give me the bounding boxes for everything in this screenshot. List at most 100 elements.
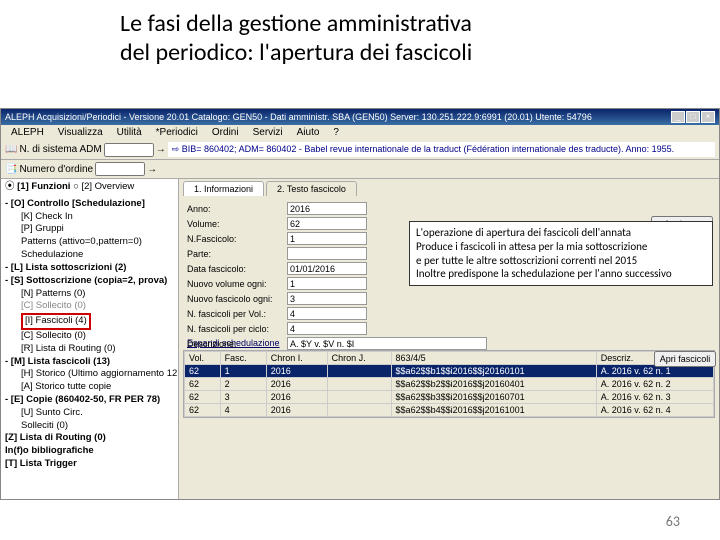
nav-solc[interactable]: [C] Sollecito (0) <box>5 300 174 313</box>
anno-label: Anno: <box>187 204 287 214</box>
nav-solleciti[interactable]: Solleciti (0) <box>5 420 174 433</box>
nav-sched[interactable]: Schedulazione <box>5 249 174 262</box>
cell: 2016 <box>266 404 327 417</box>
cell: 2016 <box>266 365 327 378</box>
parte-input[interactable] <box>287 247 367 260</box>
cell: 4 <box>220 404 266 417</box>
app-window: ALEPH Acquisizioni/Periodici - Versione … <box>0 108 720 500</box>
nav-routing[interactable]: [R] Lista di Routing (0) <box>5 343 174 356</box>
table-row[interactable]: 6222016$$a62$$b2$$i2016$$j20160401A. 201… <box>185 378 714 391</box>
order-label: Numero d'ordine <box>19 164 93 175</box>
nav-fascicoli[interactable]: [I] Fascicoli (4) <box>21 313 91 330</box>
cell: A. 2016 v. 62 n. 3 <box>596 391 713 404</box>
bib-info: ⇨ BIB= 860402; ADM= 860402 - Babel revue… <box>168 142 715 157</box>
nav-funzioni[interactable]: [1] Funzioni <box>17 181 70 192</box>
order-icon[interactable]: 📑 <box>5 164 17 175</box>
nuovo-input[interactable] <box>287 277 367 290</box>
desc-label: Descrizione: <box>187 339 287 349</box>
col-fasc: Fasc. <box>220 352 266 365</box>
cell: 2016 <box>266 378 327 391</box>
cell: $$a62$$b2$$i2016$$j20160401 <box>391 378 596 391</box>
col-chron1: Chron I. <box>266 352 327 365</box>
cell: 1 <box>220 365 266 378</box>
cell: A. 2016 v. 62 n. 2 <box>596 378 713 391</box>
go-icon-2[interactable]: → <box>147 164 157 175</box>
overlay-l2: Produce i fascicoli in attesa per la mia… <box>416 240 706 254</box>
cell <box>327 365 391 378</box>
cell: A. 2016 v. 62 n. 4 <box>596 404 713 417</box>
menu-aleph[interactable]: ALEPH <box>5 126 50 139</box>
nav-info[interactable]: In(f)o bibliografiche <box>5 445 174 458</box>
schedule-grid: Apri fascicoli Vol. Fasc. Chron I. Chron… <box>183 350 715 418</box>
book-icon[interactable]: 📖 <box>5 144 17 155</box>
nfasc-input[interactable] <box>287 232 367 245</box>
adm-input[interactable] <box>104 143 154 157</box>
overlay-l3: e per tutte le altre sottoscrizioni corr… <box>416 254 706 268</box>
nav-sunto[interactable]: [U] Sunto Circ. <box>5 407 174 420</box>
nav-sotto-sel[interactable]: - [S] Sottoscrizione (copia=2, prova) <box>5 275 174 288</box>
nav-checkin[interactable]: [K] Check In <box>5 211 174 224</box>
cell: 3 <box>220 391 266 404</box>
table-row[interactable]: 6242016$$a62$$b4$$i2016$$j20161001A. 201… <box>185 404 714 417</box>
cell: 62 <box>185 391 221 404</box>
bib-text: BIB= 860402; ADM= 860402 - Babel revue i… <box>182 144 674 154</box>
nav-pat0[interactable]: [N] Patterns (0) <box>5 288 174 301</box>
nav-sotto[interactable]: - [L] Lista sottoscrizioni (2) <box>5 262 174 275</box>
nav-tutte[interactable]: [A] Storico tutte copie <box>5 381 174 394</box>
menu-periodici[interactable]: *Periodici <box>150 126 204 139</box>
tab-informazioni[interactable]: 1. Informazioni <box>183 181 264 196</box>
data-label: Data fascicolo: <box>187 264 287 274</box>
cell: $$a62$$b1$$i2016$$j20160101 <box>391 365 596 378</box>
page-number: 63 <box>666 513 680 530</box>
nav-routing0[interactable]: [Z] Lista di Routing (0) <box>5 432 174 445</box>
table-row[interactable]: 6232016$$a62$$b3$$i2016$$j20160701A. 201… <box>185 391 714 404</box>
go-icon[interactable]: → <box>156 144 166 155</box>
overlay-l4: Inoltre predispone la schedulazione per … <box>416 267 706 281</box>
maximize-icon[interactable]: □ <box>686 111 700 123</box>
nav-storico[interactable]: [H] Storico (Ultimo aggiornamento 12… <box>5 368 174 381</box>
nfv-label: N. fascicoli per Vol.: <box>187 309 287 319</box>
nfc-input[interactable] <box>287 322 367 335</box>
menu-ordini[interactable]: Ordini <box>206 126 245 139</box>
menu-aiuto[interactable]: Aiuto <box>291 126 326 139</box>
nav-controllo[interactable]: - [O] Controllo [Schedulazione] <box>5 198 174 211</box>
nav-mlista[interactable]: - [M] Lista fascicoli (13) <box>5 356 174 369</box>
menu-servizi[interactable]: Servizi <box>247 126 289 139</box>
cell: 62 <box>185 404 221 417</box>
menu-help[interactable]: ? <box>327 126 345 139</box>
order-input[interactable] <box>95 162 145 176</box>
col-863: 863/4/5 <box>391 352 596 365</box>
table-row[interactable]: 6212016$$a62$$b1$$i2016$$j20160101A. 201… <box>185 365 714 378</box>
cell <box>327 391 391 404</box>
anno-input[interactable] <box>287 202 367 215</box>
menu-visualizza[interactable]: Visualizza <box>52 126 109 139</box>
slide-title-l2: del periodico: l'apertura dei fascicoli <box>120 39 720 68</box>
tab-testo[interactable]: 2. Testo fascicolo <box>266 181 357 196</box>
arrow-icon: ⇨ <box>172 144 180 154</box>
cell <box>327 378 391 391</box>
nav-solc0[interactable]: [C] Sollecito (0) <box>5 330 174 343</box>
form-area: Aggiorna Elimina sched. Anno: Volume: N.… <box>179 196 719 336</box>
parte-label: Parte: <box>187 249 287 259</box>
apri-fascicoli-button[interactable]: Apri fascicoli <box>654 351 716 367</box>
data-input[interactable] <box>287 262 367 275</box>
cell: $$a62$$b3$$i2016$$j20160701 <box>391 391 596 404</box>
nuovof-input[interactable] <box>287 292 367 305</box>
desc-input[interactable] <box>287 337 487 350</box>
volume-input[interactable] <box>287 217 367 230</box>
nav-gruppi[interactable]: [P] Gruppi <box>5 223 174 236</box>
nav-trigger[interactable]: [T] Lista Trigger <box>5 458 174 471</box>
menu-utilita[interactable]: Utilità <box>111 126 148 139</box>
minimize-icon[interactable]: _ <box>671 111 685 123</box>
close-icon[interactable]: × <box>701 111 715 123</box>
nav-overview[interactable]: [2] Overview <box>81 181 134 192</box>
nav-patterns[interactable]: Patterns (attivo=0,pattern=0) <box>5 236 174 249</box>
nav-copie[interactable]: - [E] Copie (860402-50, FR PER 78) <box>5 394 174 407</box>
nuovof-label: Nuovo fascicolo ogni: <box>187 294 287 304</box>
menubar: ALEPH Visualizza Utilità *Periodici Ordi… <box>1 125 719 140</box>
nuovo-label: Nuovo volume ogni: <box>187 279 287 289</box>
cell: 62 <box>185 378 221 391</box>
titlebar: ALEPH Acquisizioni/Periodici - Versione … <box>1 109 719 125</box>
nfasc-label: N.Fascicolo: <box>187 234 287 244</box>
nfv-input[interactable] <box>287 307 367 320</box>
